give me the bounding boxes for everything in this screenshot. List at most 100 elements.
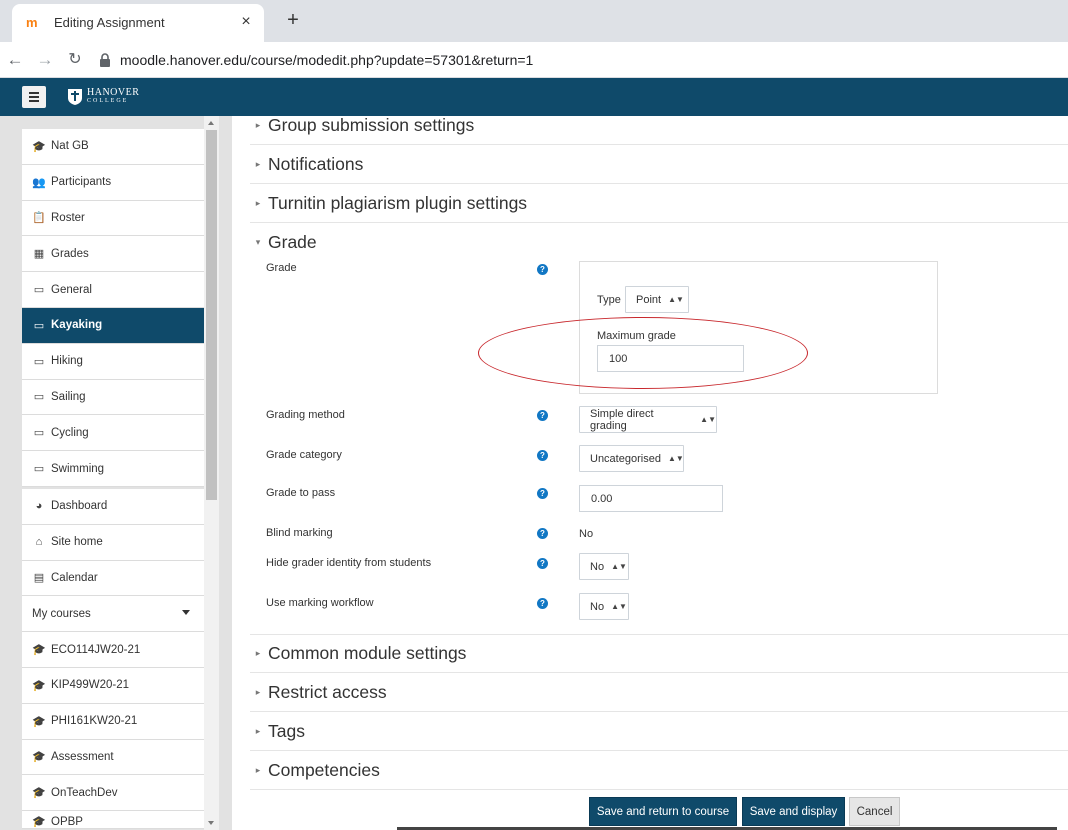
grading-method-label: Grading method [266, 409, 345, 421]
nav-item-cycling[interactable]: ▭ Cycling [22, 415, 204, 452]
help-icon[interactable]: ? [537, 558, 548, 569]
nav-item-onteachdev[interactable]: 🎓 OnTeachDev [22, 775, 204, 812]
logo-subtitle: COLLEGE [87, 98, 129, 104]
max-grade-input[interactable]: 100 [597, 345, 744, 372]
blind-marking-label: Blind marking [266, 527, 333, 539]
section-tags[interactable]: ▸ Tags [250, 712, 1068, 751]
section-title: Notifications [268, 153, 364, 174]
nav-item-label: OnTeachDev [51, 786, 118, 799]
nav-item-label: Calendar [51, 571, 98, 584]
calendar-icon: ▤ [33, 572, 45, 585]
nav-item-nat-gb[interactable]: 🎓 Nat GB [22, 129, 204, 165]
sidebar-scrollbar[interactable] [204, 116, 219, 830]
nav-item-dashboard[interactable]: ◕ Dashboard [22, 488, 204, 525]
graduation-cap-icon: 🎓 [32, 140, 46, 153]
browser-tab[interactable]: m Editing Assignment × [12, 4, 264, 42]
scroll-down-icon[interactable] [208, 821, 214, 825]
clipboard-icon: 📋 [32, 212, 46, 225]
nav-item-label: Participants [51, 176, 112, 189]
section-common-module[interactable]: ▸ Common module settings [250, 634, 1068, 673]
shield-icon [68, 89, 82, 105]
nav-item-general[interactable]: ▭ General [22, 272, 204, 308]
nav-item-kip499[interactable]: 🎓 KIP499W20-21 [22, 667, 204, 704]
caret-right-icon: ▸ [255, 648, 261, 658]
nav-item-phi161[interactable]: 🎓 PHI161KW20-21 [22, 703, 204, 740]
nav-item-label: OPBP [51, 816, 83, 829]
caret-down-icon [182, 610, 190, 616]
help-icon[interactable]: ? [537, 450, 548, 461]
folder-icon: ▭ [33, 463, 45, 476]
nav-item-label: Nat GB [51, 140, 89, 153]
nav-item-label: Sailing [51, 390, 86, 403]
nav-item-participants[interactable]: 👥 Participants [22, 164, 204, 201]
section-notifications[interactable]: ▸ Notifications [250, 145, 1068, 184]
nav-item-hiking[interactable]: ▭ Hiking [22, 343, 204, 380]
graduation-cap-icon: 🎓 [32, 679, 46, 692]
grade-category-select[interactable]: Uncategorised ▲▼ [579, 445, 684, 472]
section-title: Group submission settings [268, 114, 475, 135]
nav-item-site-home[interactable]: ⌂ Site home [22, 524, 204, 561]
help-icon[interactable]: ? [537, 264, 548, 275]
grading-method-select[interactable]: Simple direct grading ▲▼ [579, 406, 717, 433]
marking-workflow-select[interactable]: No ▲▼ [579, 593, 629, 620]
forward-icon[interactable]: → [34, 49, 56, 71]
graduation-cap-icon: 🎓 [32, 751, 46, 764]
url-field[interactable]: moodle.hanover.edu/course/modedit.php?up… [120, 52, 533, 68]
nav-item-label: Cycling [51, 426, 89, 439]
section-grade[interactable]: ▾ Grade [250, 223, 1068, 262]
nav-item-grades[interactable]: ▦ Grades [22, 236, 204, 273]
folder-icon: ▭ [33, 391, 45, 404]
users-icon: 👥 [32, 176, 46, 189]
select-value: Uncategorised [590, 452, 661, 465]
nav-drawer: 🎓 Nat GB 👥 Participants 📋 Roster ▦ Grades ▭ G… [0, 116, 232, 830]
nav-item-eco114[interactable]: 🎓 ECO114JW20-21 [22, 632, 204, 668]
new-tab-icon[interactable]: + [280, 8, 306, 34]
home-icon: ⌂ [35, 536, 43, 549]
caret-right-icon: ▸ [255, 764, 261, 775]
dashboard-icon: ◕ [35, 500, 43, 513]
nav-item-my-courses[interactable]: My courses [22, 596, 204, 633]
grade-to-pass-input[interactable]: 0.00 [579, 485, 723, 512]
nav-item-roster[interactable]: 📋 Roster [22, 200, 204, 237]
section-restrict-access[interactable]: ▸ Restrict access [250, 673, 1068, 712]
nav-item-kayaking[interactable]: ▭ Kayaking [22, 307, 204, 344]
main-content: ▸ Group submission settings ▸ Notification… [232, 115, 1068, 830]
help-icon[interactable]: ? [537, 488, 548, 499]
help-icon[interactable]: ? [537, 598, 548, 609]
save-display-button[interactable]: Save and display [742, 797, 845, 826]
section-competencies[interactable]: ▸ Competencies [250, 751, 1068, 790]
scroll-up-icon[interactable] [208, 121, 214, 125]
site-logo[interactable]: HANOVER COLLEGE [67, 86, 139, 108]
cancel-button[interactable]: Cancel [849, 797, 900, 826]
back-icon[interactable]: ← [4, 49, 26, 71]
select-arrows-icon: ▲▼ [611, 602, 627, 611]
nav-item-swimming[interactable]: ▭ Swimming [22, 451, 204, 487]
section-turnitin[interactable]: ▸ Turnitin plagiarism plugin settings [250, 184, 1068, 223]
nav-item-sailing[interactable]: ▭ Sailing [22, 379, 204, 416]
select-value: Point [636, 293, 662, 306]
nav-item-label: Assessment [51, 750, 114, 763]
nav-item-opbp[interactable]: 🎓 OPBP [22, 811, 204, 830]
hamburger-menu-icon[interactable] [22, 86, 46, 108]
grade-type-select[interactable]: Point ▲▼ [625, 286, 689, 313]
nav-item-calendar[interactable]: ▤ Calendar [22, 560, 204, 597]
help-icon[interactable]: ? [537, 410, 548, 421]
hide-grader-select[interactable]: No ▲▼ [579, 553, 629, 580]
section-group-submission[interactable]: ▸ Group submission settings [250, 106, 1068, 145]
nav-item-label: Hiking [51, 355, 83, 368]
moodle-icon: m [26, 15, 38, 30]
section-title: Tags [268, 720, 305, 741]
close-icon[interactable]: × [236, 12, 256, 32]
hide-grader-label: Hide grader identity from students [266, 557, 432, 569]
help-icon[interactable]: ? [537, 528, 548, 539]
nav-item-assessment[interactable]: 🎓 Assessment [22, 739, 204, 776]
reload-icon[interactable]: ↻ [64, 49, 86, 71]
nav-item-label: Roster [51, 211, 85, 224]
tab-title: Editing Assignment [54, 15, 165, 30]
grade-category-label: Grade category [266, 449, 342, 461]
save-return-button[interactable]: Save and return to course [589, 797, 737, 826]
nav-list: 🎓 Nat GB 👥 Participants 📋 Roster ▦ Grades ▭ G… [22, 129, 204, 830]
table-icon: ▦ [33, 248, 45, 261]
max-grade-label: Maximum grade [597, 330, 676, 342]
scroll-thumb[interactable] [206, 130, 217, 500]
